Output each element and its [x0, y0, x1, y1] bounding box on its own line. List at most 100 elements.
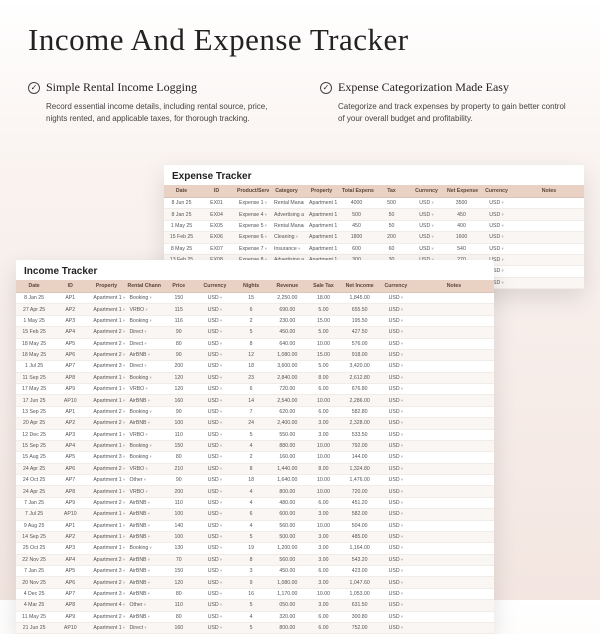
- table-cell: Apartment 2: [88, 338, 124, 349]
- table-row: 1 May 25EX05Expense 5Rental ManagementAp…: [164, 220, 584, 231]
- table-cell: Advertising and Marketing: [269, 209, 304, 220]
- table-row: 12 Dec 25AP3Apartment 1VRBO110USD5550.00…: [16, 429, 494, 440]
- table-cell: 230.00: [269, 315, 305, 326]
- table-cell: 19: [233, 543, 269, 554]
- table-cell: 6.00: [305, 566, 341, 577]
- table-cell: 18 May 25: [16, 338, 52, 349]
- table-cell: 4000: [339, 198, 374, 209]
- column-header: Total Expense: [339, 185, 374, 198]
- table-cell: 12 Dec 25: [16, 429, 52, 440]
- table-cell: 80: [161, 611, 197, 622]
- table-cell: USD: [197, 566, 233, 577]
- table-cell: 20 Apr 25: [16, 418, 52, 429]
- table-cell: Apartment 1: [88, 440, 124, 451]
- table-cell: 100: [161, 418, 197, 429]
- table-cell: 620.00: [269, 406, 305, 417]
- table-cell: Booking: [125, 440, 161, 451]
- table-row: 4 Dec 25AP7Apartment 3AirBNB80USD161,170…: [16, 588, 494, 599]
- table-cell: 24: [233, 418, 269, 429]
- table-cell: [414, 531, 494, 542]
- table-cell: USD: [378, 554, 414, 565]
- table-cell: Apartment 1: [88, 315, 124, 326]
- table-cell: Direct: [125, 622, 161, 633]
- table-cell: 160: [161, 622, 197, 633]
- table-cell: USD: [197, 372, 233, 383]
- table-cell: USD: [378, 452, 414, 463]
- table-cell: [414, 429, 494, 440]
- table-cell: Apartment 2: [88, 554, 124, 565]
- table-cell: Apartment 3: [88, 588, 124, 599]
- table-row: 7 Jul 25AP10Apartment 1AirBNB100USD6600.…: [16, 509, 494, 520]
- table-cell: [514, 209, 584, 220]
- table-row: 15 Feb 25EX06Expense 6CleaningApartment …: [164, 232, 584, 243]
- table-row: 7 Jan 25AP5Apartment 3AirBNB150USD3450.0…: [16, 566, 494, 577]
- table-cell: [414, 361, 494, 372]
- table-cell: 1 May 25: [164, 220, 199, 231]
- table-cell: 676.80: [342, 384, 378, 395]
- table-row: 21 Jun 25AP10Apartment 1Direct160USD5800…: [16, 622, 494, 633]
- table-cell: Apartment 2: [88, 577, 124, 588]
- table-cell: 120: [161, 384, 197, 395]
- table-cell: 25 Oct 25: [16, 543, 52, 554]
- table-cell: 3.00: [305, 429, 341, 440]
- table-cell: AP3: [52, 429, 88, 440]
- table-cell: 3.00: [305, 509, 341, 520]
- table-cell: 100: [161, 531, 197, 542]
- table-cell: VRBO: [125, 304, 161, 315]
- table-cell: Other: [125, 600, 161, 611]
- table-cell: USD: [197, 293, 233, 304]
- table-cell: 10.00: [305, 588, 341, 599]
- table-cell: AP4: [52, 440, 88, 451]
- table-cell: USD: [378, 406, 414, 417]
- table-cell: [514, 220, 584, 231]
- table-cell: AirBNB: [125, 395, 161, 406]
- column-header: Property: [88, 280, 124, 293]
- table-cell: Apartment 1: [304, 232, 339, 243]
- table-cell: AP8: [52, 600, 88, 611]
- table-cell: AirBNB: [125, 520, 161, 531]
- table-cell: USD: [409, 220, 444, 231]
- table-cell: 90: [161, 475, 197, 486]
- table-cell: Apartment 2: [88, 463, 124, 474]
- table-cell: VRBO: [125, 384, 161, 395]
- column-header: Currency: [197, 280, 233, 293]
- table-cell: 15 Aug 25: [16, 452, 52, 463]
- table-cell: USD: [197, 315, 233, 326]
- table-cell: 6: [233, 509, 269, 520]
- table-row: 17 May 25AP9Apartment 1VRBO120USD6720.00…: [16, 384, 494, 395]
- table-cell: AP2: [52, 531, 88, 542]
- table-cell: 560.00: [269, 554, 305, 565]
- table-cell: 50: [374, 220, 409, 231]
- table-cell: 533.50: [342, 429, 378, 440]
- table-cell: 540: [444, 243, 479, 254]
- table-cell: AirBNB: [125, 531, 161, 542]
- table-cell: 690.00: [269, 304, 305, 315]
- table-cell: USD: [197, 429, 233, 440]
- table-cell: 4: [233, 486, 269, 497]
- table-cell: 500: [339, 209, 374, 220]
- table-cell: USD: [378, 509, 414, 520]
- table-cell: USD: [378, 600, 414, 611]
- table-cell: 500.00: [269, 531, 305, 542]
- table-cell: Expense 7: [234, 243, 269, 254]
- table-cell: 7 Jul 25: [16, 509, 52, 520]
- table-cell: AP9: [52, 384, 88, 395]
- table-cell: 21 Jun 25: [16, 622, 52, 633]
- income-tracker-panel: Income Tracker DateIDPropertyRental Chan…: [16, 260, 494, 634]
- table-cell: 2,328.00: [342, 418, 378, 429]
- table-cell: Booking: [125, 293, 161, 304]
- table-cell: Rental Management: [269, 220, 304, 231]
- table-cell: AP2: [52, 418, 88, 429]
- table-cell: 15 Feb 25: [164, 232, 199, 243]
- table-cell: 1,640.00: [269, 475, 305, 486]
- table-cell: 10.00: [305, 486, 341, 497]
- table-cell: USD: [409, 209, 444, 220]
- table-cell: 20 Nov 25: [16, 577, 52, 588]
- table-cell: AirBNB: [125, 566, 161, 577]
- table-cell: USD: [378, 384, 414, 395]
- table-cell: 1,170.00: [269, 588, 305, 599]
- table-cell: 918.00: [342, 349, 378, 360]
- table-cell: 3.00: [305, 577, 341, 588]
- feature-2-title: Expense Categorization Made Easy: [338, 80, 509, 95]
- table-row: 24 Apr 25AP6Apartment 2VRBO210USD81,440.…: [16, 463, 494, 474]
